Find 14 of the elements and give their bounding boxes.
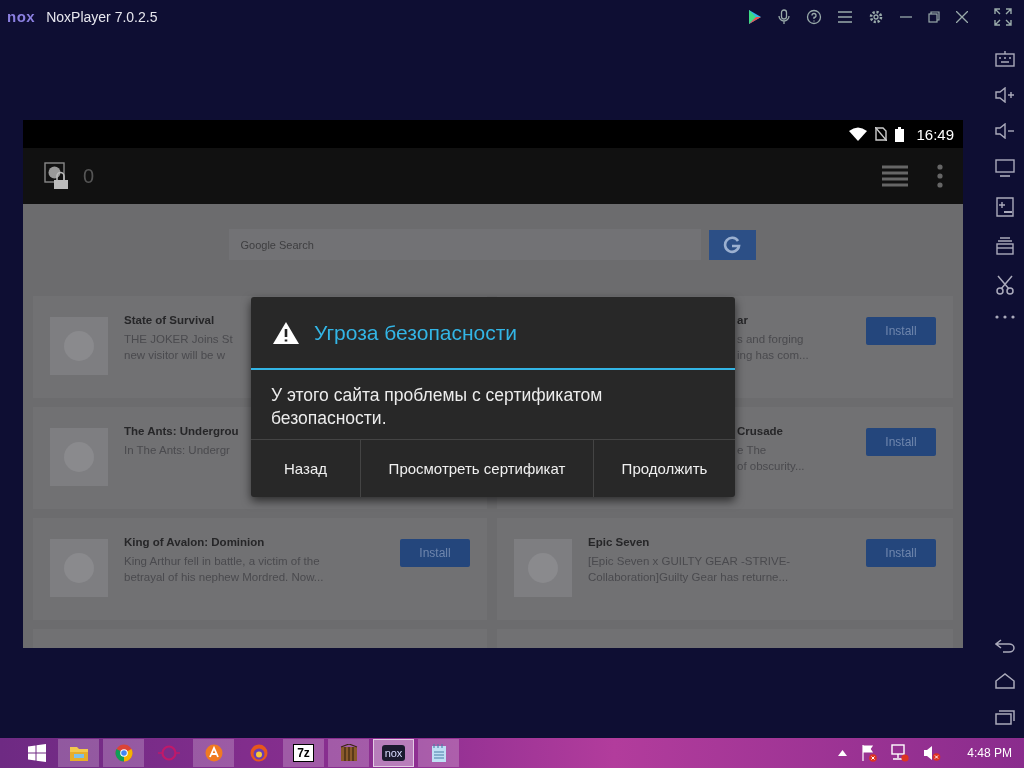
app-title: ar (737, 314, 748, 326)
app-title: The Ants: Undergrou (124, 425, 239, 437)
app-title: State of Survival (124, 314, 215, 326)
dialog-message: У этого сайта проблемы с сертификатом безопасности. (270, 384, 604, 430)
archive-app-icon: 7z (293, 744, 314, 762)
status-time: 16:49 (916, 125, 954, 143)
tab-count: 0 (83, 164, 95, 188)
dialog-title: Угроза безопасности (314, 320, 518, 345)
app-title: Epic Seven (588, 536, 650, 548)
app-logo: nox (7, 8, 36, 25)
app-title: Crusade (737, 425, 784, 437)
app-title: King of Avalon: Dominion (124, 536, 265, 548)
window-title: NoxPlayer 7.0.2.5 (46, 8, 158, 25)
player-app-icon: nox (381, 745, 406, 761)
